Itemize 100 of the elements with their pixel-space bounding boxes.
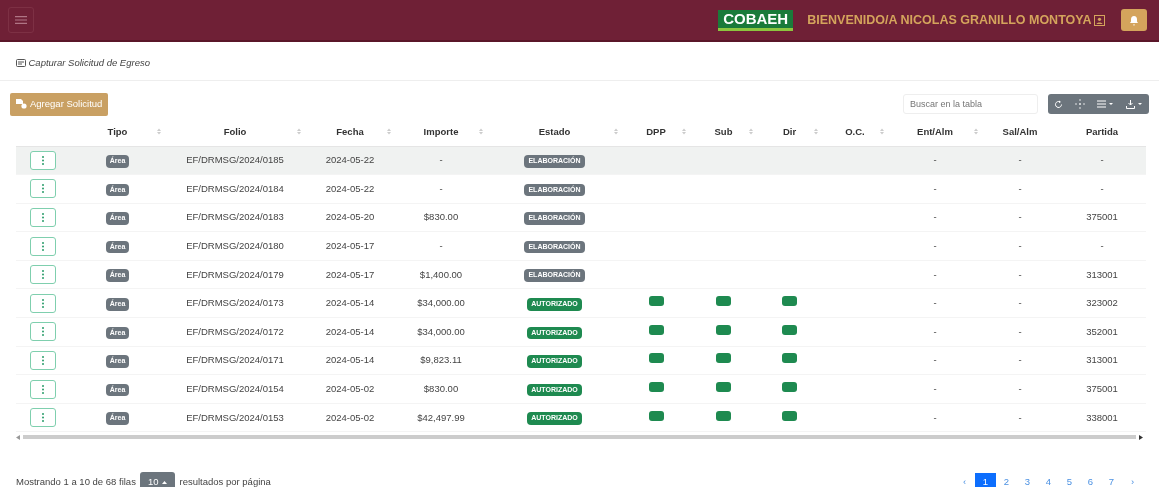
column-header[interactable]: Sal/Alm — [1002, 124, 1038, 139]
move-icon — [1075, 99, 1085, 110]
date-text: 2024-05-20 — [325, 211, 375, 223]
search-field[interactable]: Buscar en la tabla — [903, 94, 1038, 115]
sort-icon[interactable] — [682, 128, 686, 136]
cell-text: - — [1018, 325, 1022, 337]
file-plus-icon — [16, 99, 27, 110]
date-text: 2024-05-22 — [325, 154, 375, 166]
notifications-button[interactable] — [1121, 9, 1147, 31]
date-text: 2024-05-02 — [325, 382, 375, 394]
actions-button[interactable] — [30, 322, 56, 342]
sort-icon[interactable] — [974, 128, 978, 136]
actions-button[interactable] — [30, 265, 56, 285]
cell-text: - — [933, 154, 937, 166]
partida-text: - — [1100, 154, 1104, 166]
page-link[interactable]: 3 — [1017, 472, 1038, 487]
previous-page-link[interactable]: ‹ — [954, 472, 975, 487]
sort-icon[interactable] — [479, 128, 483, 136]
sort-icon[interactable] — [297, 128, 301, 136]
partida-text: 375001 — [1086, 211, 1118, 223]
actions-button[interactable] — [30, 236, 56, 256]
actions-button[interactable] — [30, 293, 56, 313]
date-text: 2024-05-22 — [325, 182, 375, 194]
folio-text: EF/DRMSG/2024/0154 — [186, 382, 284, 394]
date-text: 2024-05-17 — [325, 239, 375, 251]
date-text: 2024-05-02 — [325, 411, 375, 423]
partida-text: 323002 — [1086, 297, 1118, 309]
cell-text: - — [1018, 411, 1022, 423]
column-header[interactable]: DPP — [646, 124, 666, 139]
page-size-dropdown[interactable]: 10 — [139, 472, 176, 487]
amount-text: $34,000.00 — [417, 297, 465, 309]
partida-text: 313001 — [1086, 354, 1118, 366]
logo: COBAEH — [718, 9, 794, 31]
bell-icon — [1129, 14, 1139, 26]
column-header[interactable]: Ent/Alm — [917, 124, 953, 139]
partida-text: - — [1100, 182, 1104, 194]
actions-button[interactable] — [30, 150, 56, 170]
column-header[interactable]: Tipo — [107, 124, 128, 139]
sort-icon[interactable] — [814, 128, 818, 136]
page-link[interactable]: 6 — [1080, 472, 1101, 487]
column-header[interactable]: Importe — [423, 124, 459, 139]
sort-icon[interactable] — [880, 128, 884, 136]
column-header[interactable]: O.C. — [845, 124, 865, 139]
folio-text: EF/DRMSG/2024/0172 — [186, 325, 284, 337]
amount-text: - — [439, 154, 443, 166]
page-link[interactable]: 2 — [996, 472, 1017, 487]
menu-icon — [15, 15, 27, 25]
scroll-left-icon[interactable] — [16, 434, 20, 440]
amount-text: $42,497.99 — [417, 411, 465, 423]
column-header[interactable]: Sub — [714, 124, 733, 139]
sort-icon[interactable] — [614, 128, 618, 136]
rows-info: Mostrando 1 a 10 de 68 filas — [16, 475, 136, 487]
horizontal-scrollbar[interactable] — [23, 435, 1136, 440]
date-text: 2024-05-14 — [325, 297, 375, 309]
scroll-right-icon[interactable] — [1139, 434, 1143, 440]
cell-text: - — [933, 325, 937, 337]
folio-text: EF/DRMSG/2024/0180 — [186, 239, 284, 251]
cell-text: - — [933, 382, 937, 394]
column-header[interactable]: Fecha — [336, 124, 364, 139]
page-link[interactable]: 7 — [1101, 472, 1122, 487]
sort-icon[interactable] — [157, 128, 161, 136]
actions-button[interactable] — [30, 379, 56, 399]
folio-text: EF/DRMSG/2024/0173 — [186, 297, 284, 309]
cell-text: - — [933, 211, 937, 223]
partida-text: 338001 — [1086, 411, 1118, 423]
amount-text: - — [439, 239, 443, 251]
cell-text: - — [1018, 297, 1022, 309]
card-icon — [16, 59, 26, 68]
folio-text: EF/DRMSG/2024/0185 — [186, 154, 284, 166]
cell-text: - — [933, 182, 937, 194]
column-header[interactable]: Partida — [1085, 124, 1119, 139]
partida-text: 352001 — [1086, 325, 1118, 337]
date-text: 2024-05-17 — [325, 268, 375, 280]
cell-text: - — [1018, 354, 1022, 366]
folio-text: EF/DRMSG/2024/0179 — [186, 268, 284, 280]
column-header[interactable]: Dir — [782, 124, 797, 139]
page-link[interactable]: 4 — [1038, 472, 1059, 487]
page-link[interactable]: 5 — [1059, 472, 1080, 487]
welcome-text: BIENVENIDO/A NICOLAS GRANILLO MONTOYA — [807, 11, 1092, 29]
amount-text: $1,400.00 — [419, 268, 463, 280]
actions-button[interactable] — [30, 208, 56, 227]
actions-button[interactable] — [30, 350, 56, 370]
actions-button[interactable] — [30, 179, 56, 199]
amount-text: - — [439, 182, 443, 194]
column-header[interactable]: Folio — [223, 124, 247, 139]
column-header[interactable]: Estado — [538, 124, 571, 139]
partida-text: 375001 — [1086, 382, 1118, 394]
sort-icon[interactable] — [387, 128, 391, 136]
next-page-link[interactable]: › — [1122, 472, 1143, 487]
sort-icon[interactable] — [749, 128, 753, 136]
actions-button[interactable] — [30, 408, 56, 428]
amount-text: $34,000.00 — [417, 325, 465, 337]
page-link[interactable]: 1 — [975, 472, 996, 487]
cell-text: - — [1018, 382, 1022, 394]
cell-text: - — [1018, 268, 1022, 280]
cell-text: - — [1018, 154, 1022, 166]
cell-text: - — [933, 411, 937, 423]
folio-text: EF/DRMSG/2024/0184 — [186, 182, 284, 194]
menu-button[interactable] — [8, 7, 34, 33]
refresh-icon — [1054, 99, 1063, 109]
